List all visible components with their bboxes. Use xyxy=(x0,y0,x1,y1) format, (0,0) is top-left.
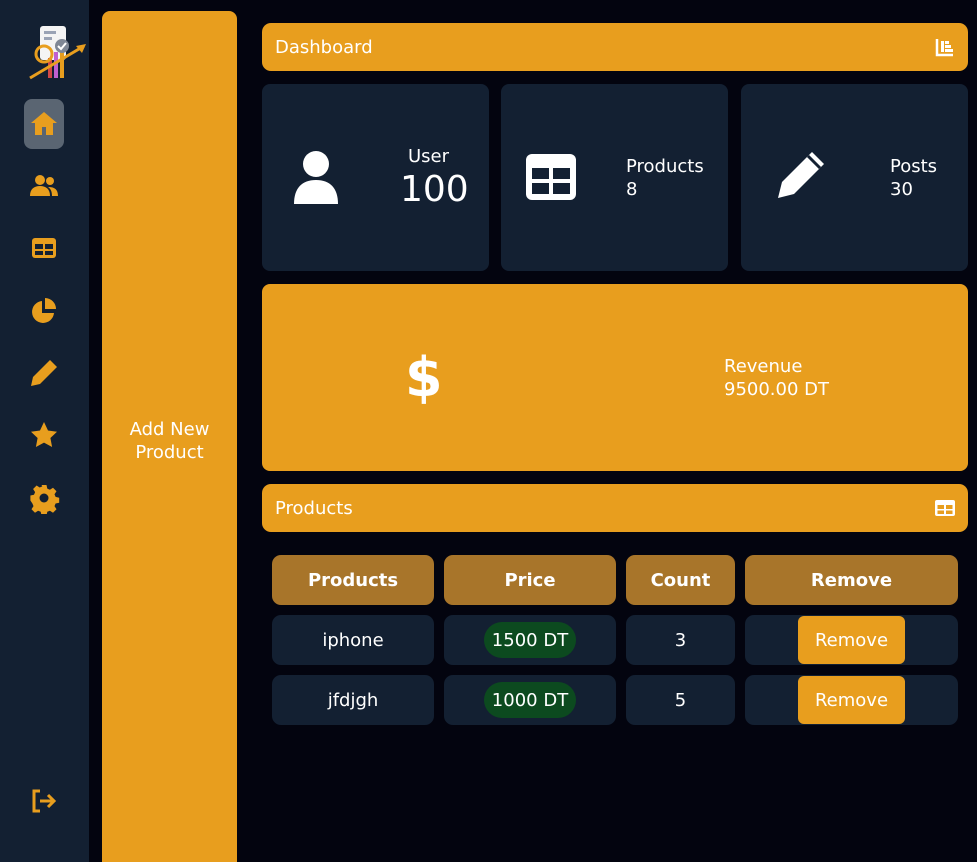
dollar-icon: $ xyxy=(405,346,443,409)
sidebar xyxy=(0,0,89,862)
column-header-count: Count xyxy=(626,555,735,605)
posts-value: 30 xyxy=(890,179,913,200)
nav-posts[interactable] xyxy=(24,348,64,398)
column-header-remove: Remove xyxy=(745,555,958,605)
users-icon xyxy=(30,175,58,196)
nav-settings[interactable] xyxy=(24,473,64,523)
products-section-title: Products xyxy=(275,497,353,519)
user-value: 100 xyxy=(400,169,469,210)
nav-favorites[interactable] xyxy=(24,410,64,460)
user-label: User xyxy=(408,146,450,167)
table-row-action-cell: Remove xyxy=(745,675,958,725)
nav-home[interactable] xyxy=(24,99,64,149)
dashboard-header: Dashboard xyxy=(262,23,968,71)
add-new-product-button[interactable]: Add New Product xyxy=(102,11,237,862)
table-row-action-cell: Remove xyxy=(745,615,958,665)
revenue-label: Revenue xyxy=(724,356,803,377)
table-row-count: 3 xyxy=(626,615,735,665)
stat-card-posts: Posts 30 xyxy=(741,84,968,271)
stat-card-user: User 100 xyxy=(262,84,489,271)
price-badge: 1000 DT xyxy=(483,682,577,718)
home-icon xyxy=(31,112,57,135)
products-value: 8 xyxy=(626,179,638,200)
products-label: Products xyxy=(626,156,704,177)
column-header-products: Products xyxy=(272,555,434,605)
nav-users[interactable] xyxy=(24,161,64,211)
table-row-product: jfdjgh xyxy=(272,675,434,725)
logout-button[interactable] xyxy=(24,776,64,826)
posts-label: Posts xyxy=(890,156,938,177)
user-icon xyxy=(294,151,338,204)
column-header-price: Price xyxy=(444,555,616,605)
gear-icon xyxy=(30,485,60,514)
table-icon xyxy=(935,500,955,516)
app-logo xyxy=(24,22,90,84)
nav-chart[interactable] xyxy=(24,286,64,336)
logout-icon xyxy=(32,789,57,813)
remove-button[interactable]: Remove xyxy=(798,676,905,724)
products-header: Products xyxy=(262,484,968,532)
revenue-value: 9500.00 DT xyxy=(724,379,830,400)
dashboard-title: Dashboard xyxy=(275,36,373,58)
pencil-icon xyxy=(31,360,57,386)
table-row-price-cell: 1500 DT xyxy=(444,615,616,665)
table-row-count: 5 xyxy=(626,675,735,725)
pie-chart-icon xyxy=(32,298,56,323)
table-icon xyxy=(526,154,576,200)
bar-chart-icon xyxy=(935,39,953,57)
revenue-card: $ Revenue 9500.00 DT xyxy=(262,284,968,471)
stat-card-products: Products 8 xyxy=(501,84,728,271)
remove-button[interactable]: Remove xyxy=(798,616,905,664)
add-new-product-label: Add New Product xyxy=(129,419,210,463)
pencil-icon xyxy=(778,152,824,198)
table-row-product: iphone xyxy=(272,615,434,665)
nav-table[interactable] xyxy=(24,223,64,273)
price-badge: 1500 DT xyxy=(483,622,577,658)
table-icon xyxy=(32,238,56,258)
table-row-price-cell: 1000 DT xyxy=(444,675,616,725)
star-icon xyxy=(31,422,57,447)
